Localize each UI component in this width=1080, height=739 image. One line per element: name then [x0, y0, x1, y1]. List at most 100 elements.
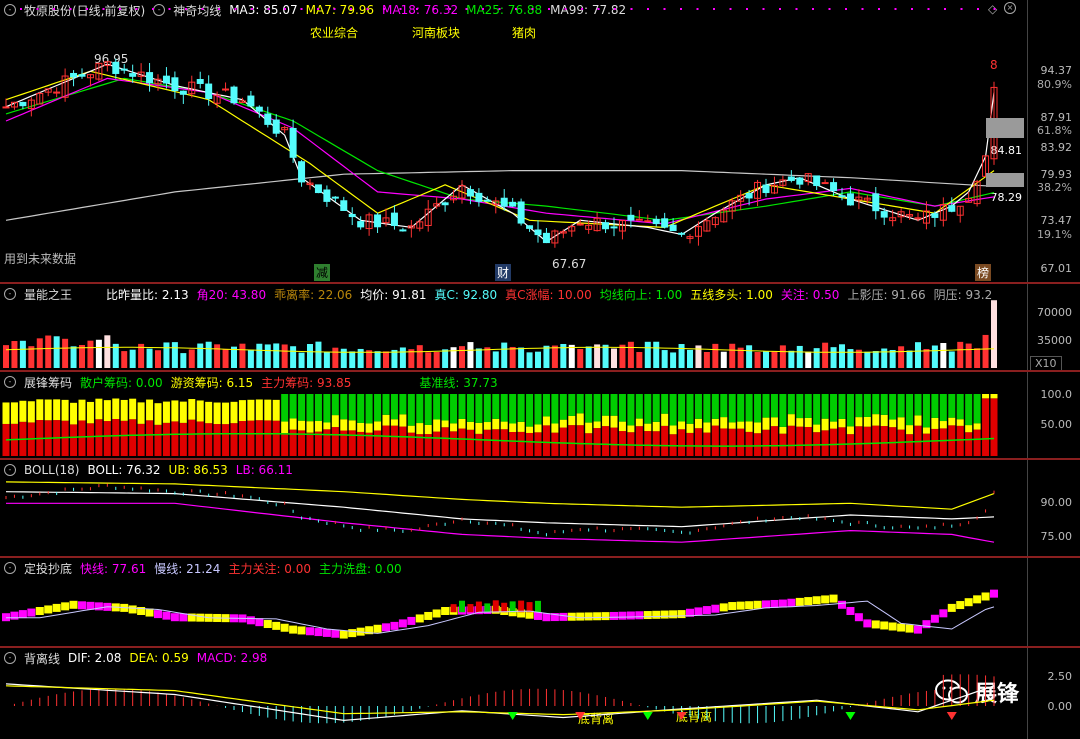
chip-hot-bar: [855, 417, 863, 427]
chip-main-bar: [627, 432, 635, 456]
dtcd-marker: [914, 625, 922, 634]
dtcd-marker: [382, 623, 390, 632]
dtcd-marker: [601, 612, 610, 621]
dtcd-focus-bar: [535, 600, 541, 613]
dtcd-marker: [576, 612, 585, 621]
chip-main-bar: [433, 431, 441, 456]
signal-dot: [911, 8, 913, 10]
dtcd-marker: [2, 613, 10, 622]
volume-bar: [121, 351, 128, 368]
chip-hot-bar: [973, 423, 981, 430]
chip-main-bar: [635, 426, 643, 456]
dtcd-marker: [930, 614, 939, 623]
dtcd-marker: [322, 628, 331, 637]
dtcd-marker: [635, 611, 644, 620]
chip-main-bar: [526, 432, 534, 456]
ma25-line: [5, 77, 995, 221]
dtcd-marker: [829, 594, 838, 603]
dtcd-marker: [10, 611, 19, 620]
chip-hot-bar: [880, 414, 888, 427]
volume-bar: [205, 341, 212, 368]
chip-main-bar: [576, 425, 584, 456]
chip-main-bar: [390, 425, 398, 456]
chip-hot-bar: [703, 422, 711, 433]
dtcd-marker: [719, 603, 728, 612]
chip-main-bar: [931, 428, 939, 456]
chip-hot-bar: [2, 402, 10, 424]
chip-hot-bar: [661, 413, 669, 426]
chip-main-bar: [770, 426, 778, 456]
chip-main-bar: [154, 424, 162, 456]
chip-hot-bar: [939, 421, 947, 429]
chip-hot-bar: [990, 394, 998, 399]
dtcd-marker: [812, 596, 821, 605]
chip-main-bar: [703, 432, 711, 456]
signal-dot: [795, 8, 798, 10]
chip-main-bar: [644, 431, 652, 456]
chip-retail-bar: [559, 394, 567, 420]
volume-bar: [349, 351, 356, 368]
chip-hot-bar: [534, 424, 542, 433]
chip-main-bar: [407, 432, 415, 456]
chip-retail-bar: [863, 394, 871, 417]
chip-main-bar: [973, 429, 981, 456]
chip-hot-bar: [188, 399, 196, 420]
chip-retail-bar: [889, 394, 897, 420]
dtcd-marker: [255, 618, 264, 627]
volume-bar: [965, 343, 972, 368]
chip-hot-bar: [669, 425, 677, 435]
chip-hot-bar: [863, 416, 871, 427]
signal-dot: [168, 8, 171, 10]
chip-main-bar: [872, 425, 880, 456]
signal-dot: [152, 8, 154, 10]
volume-bar: [383, 351, 389, 368]
fib-box: [986, 118, 1024, 138]
signal-dot: [20, 8, 22, 10]
candle-body: [931, 213, 939, 218]
candle-body: [78, 74, 86, 77]
volume-bar: [95, 339, 102, 368]
dtcd-marker: [314, 628, 323, 637]
volume-bar: [281, 344, 288, 368]
dtcd-marker: [888, 622, 897, 631]
dtcd-marker: [711, 604, 720, 613]
chip-retail-bar: [939, 394, 947, 422]
dtcd-marker: [610, 611, 618, 620]
dtcd-focus-bar: [450, 604, 457, 613]
chip-baseline: [5, 432, 995, 447]
dtcd-marker: [52, 603, 61, 612]
candle-body: [340, 200, 348, 211]
chip-hot-bar: [787, 414, 795, 426]
chip-main-bar: [534, 432, 542, 456]
chip-retail-bar: [517, 394, 525, 422]
volume-bar: [746, 345, 753, 368]
chip-retail-bar: [922, 394, 930, 428]
candle-body: [948, 205, 956, 212]
chips-panel: - 展锋筹码 散户筹码: 0.00 游资筹码: 6.15 主力筹码: 93.85…: [0, 372, 1080, 458]
candle-body: [787, 176, 795, 181]
chip-hot-bar: [551, 423, 559, 433]
signal-dot: [267, 8, 270, 10]
chip-retail-bar: [441, 394, 449, 421]
volume-bar: [273, 343, 280, 368]
volume-bar: [991, 300, 997, 368]
candle-body: [534, 229, 542, 236]
candle-body: [272, 119, 280, 134]
signal-dot: [86, 8, 88, 10]
volume-bar: [535, 351, 541, 368]
candle-body: [509, 201, 517, 207]
chip-retail-bar: [754, 394, 762, 423]
volume-bar: [830, 347, 837, 368]
chip-retail-bar: [568, 394, 576, 416]
volume-bar: [864, 351, 871, 368]
chip-hot-bar: [416, 423, 424, 435]
chip-hot-bar: [19, 400, 27, 422]
chip-retail-bar: [374, 394, 382, 422]
volume-bar: [239, 343, 246, 368]
chip-retail-bar: [728, 394, 736, 423]
chip-hot-bar: [593, 421, 601, 429]
dtcd-marker: [973, 595, 982, 604]
chip-main-bar: [103, 421, 111, 456]
signal-dot: [317, 8, 319, 10]
volume-bar: [687, 349, 693, 368]
